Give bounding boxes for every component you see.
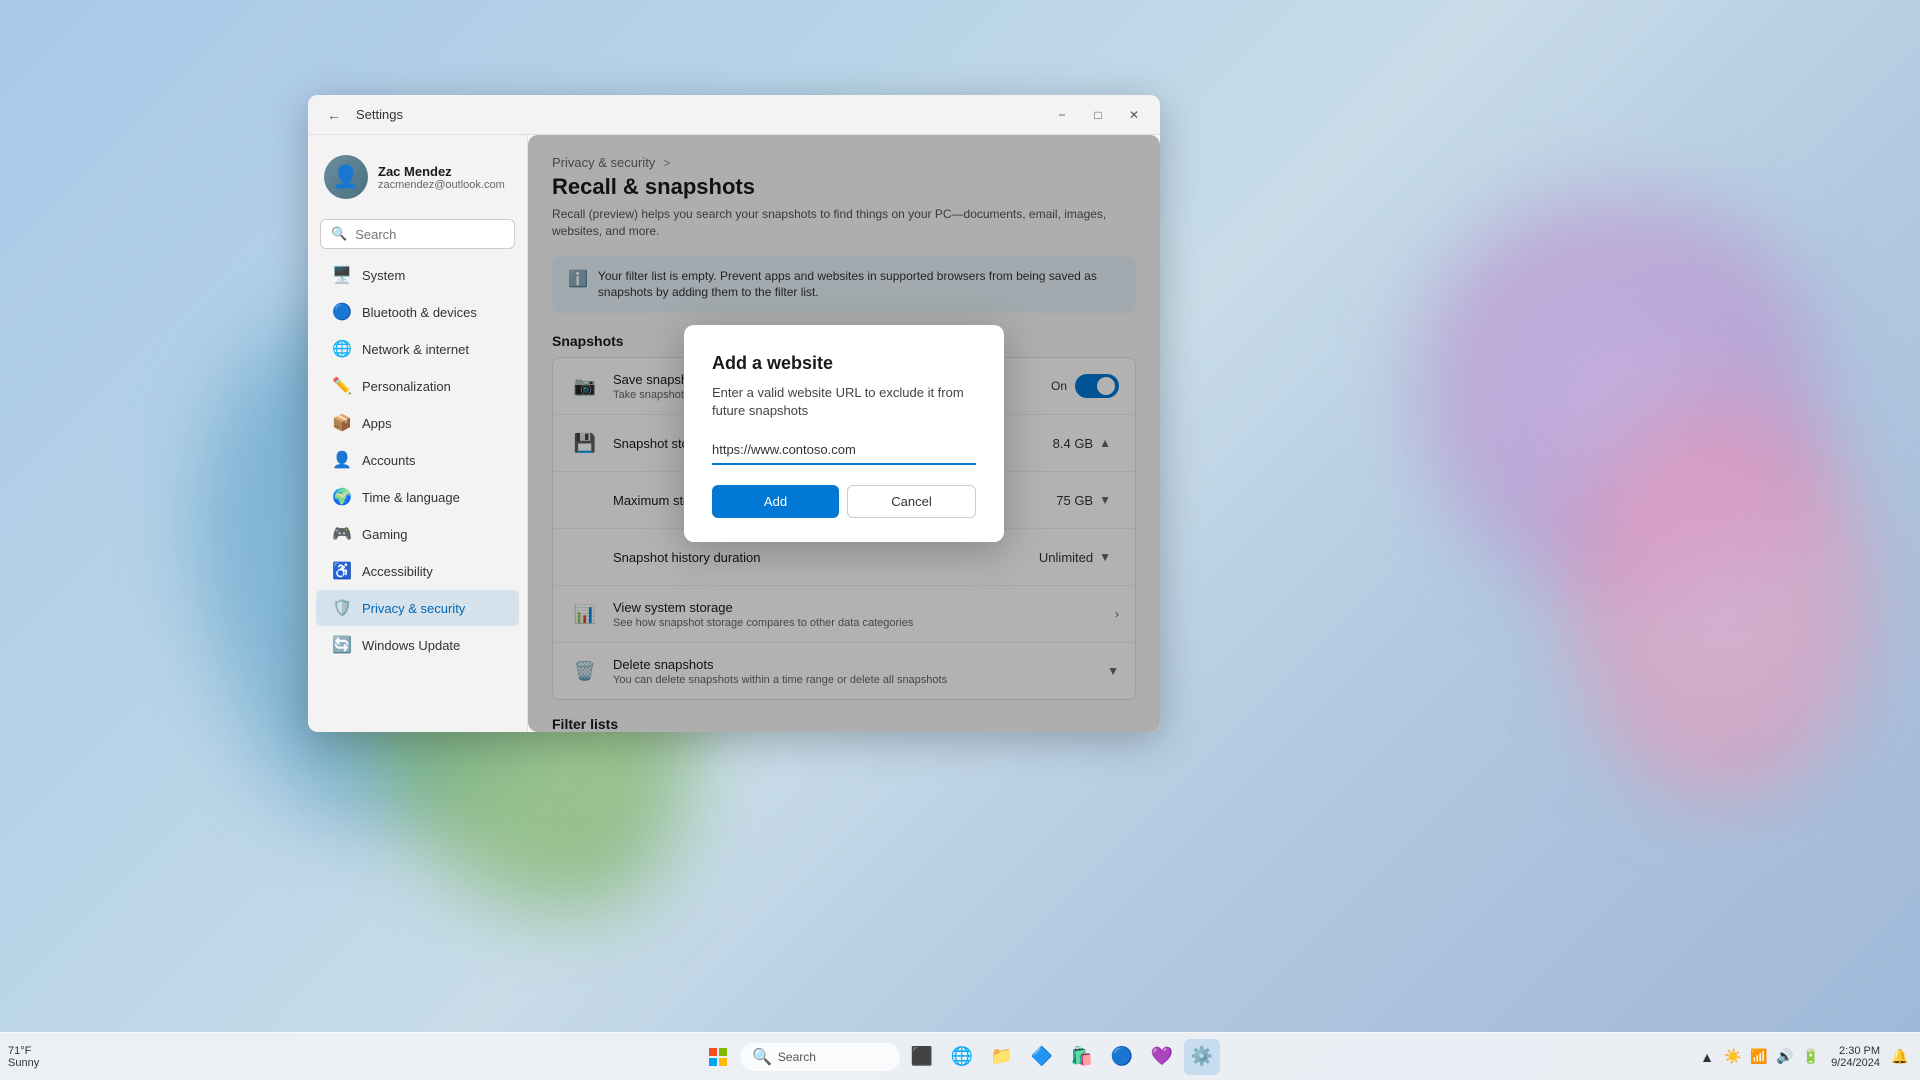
main-content: Privacy & security > Recall & snapshots …: [528, 135, 1160, 732]
weather-temp: 71°F: [8, 1045, 39, 1057]
network-icon: 🌐: [332, 339, 352, 359]
window-title: Settings: [356, 107, 1040, 122]
sidebar-item-bluetooth[interactable]: 🔵 Bluetooth & devices: [316, 294, 519, 330]
app6-button[interactable]: 🔵: [1104, 1039, 1140, 1075]
start-button[interactable]: [700, 1039, 736, 1075]
sidebar-item-gaming[interactable]: 🎮 Gaming: [316, 516, 519, 552]
weather-condition: Sunny: [8, 1057, 39, 1069]
user-info: Zac Mendez zacmendez@outlook.com: [378, 164, 505, 191]
user-name: Zac Mendez: [378, 164, 505, 179]
taskbar-search-icon: 🔍: [752, 1047, 772, 1067]
taskbar-center: 🔍 Search ⬛ 🌐 📁 🔷 🛍️ 🔵 💜 ⚙️: [700, 1039, 1220, 1075]
bluetooth-icon: 🔵: [332, 302, 352, 322]
store-button[interactable]: 🛍️: [1064, 1039, 1100, 1075]
website-url-input[interactable]: [712, 436, 976, 465]
accessibility-icon: ♿: [332, 561, 352, 581]
windows-update-icon: 🔄: [332, 635, 352, 655]
personalization-icon: ✏️: [332, 376, 352, 396]
taskbar-search-label: Search: [778, 1050, 816, 1064]
maximize-button[interactable]: □: [1084, 101, 1112, 129]
dialog-buttons: Add Cancel: [712, 485, 976, 518]
show-hidden-icon[interactable]: ▲: [1695, 1045, 1719, 1069]
sidebar: 👤 Zac Mendez zacmendez@outlook.com 🔍 🖥️ …: [308, 135, 528, 732]
avatar: 👤: [324, 155, 368, 199]
privacy-icon: 🛡️: [332, 598, 352, 618]
taskbar-left: 71°F Sunny: [0, 1045, 47, 1069]
sidebar-item-network[interactable]: 🌐 Network & internet: [316, 331, 519, 367]
sidebar-item-system[interactable]: 🖥️ System: [316, 257, 519, 293]
cancel-button[interactable]: Cancel: [847, 485, 976, 518]
time-icon: 🌍: [332, 487, 352, 507]
sidebar-item-windows-update[interactable]: 🔄 Windows Update: [316, 627, 519, 663]
time-display: 2:30 PM: [1831, 1045, 1880, 1057]
user-profile[interactable]: 👤 Zac Mendez zacmendez@outlook.com: [308, 143, 527, 211]
browser-button[interactable]: 🌐: [944, 1039, 980, 1075]
sidebar-item-time[interactable]: 🌍 Time & language: [316, 479, 519, 515]
add-button[interactable]: Add: [712, 485, 839, 518]
sidebar-item-personalization[interactable]: ✏️ Personalization: [316, 368, 519, 404]
sidebar-item-privacy[interactable]: 🛡️ Privacy & security: [316, 590, 519, 626]
teams-button[interactable]: 💜: [1144, 1039, 1180, 1075]
title-bar: ← Settings − □ ✕: [308, 95, 1160, 135]
date-display: 9/24/2024: [1831, 1057, 1880, 1069]
edge-button[interactable]: 🔷: [1024, 1039, 1060, 1075]
file-explorer-button[interactable]: 📁: [984, 1039, 1020, 1075]
notification-icon[interactable]: 🔔: [1888, 1045, 1912, 1069]
close-button[interactable]: ✕: [1120, 101, 1148, 129]
sidebar-item-accounts[interactable]: 👤 Accounts: [316, 442, 519, 478]
settings-window: ← Settings − □ ✕ 👤 Zac Mendez zacmendez@…: [308, 95, 1160, 732]
task-view-button[interactable]: ⬛: [904, 1039, 940, 1075]
volume-icon[interactable]: 🔊: [1773, 1045, 1797, 1069]
search-input[interactable]: [355, 227, 504, 242]
search-icon: 🔍: [331, 226, 347, 242]
user-email: zacmendez@outlook.com: [378, 179, 505, 191]
sidebar-search[interactable]: 🔍: [320, 219, 515, 249]
taskbar-search[interactable]: 🔍 Search: [740, 1043, 900, 1071]
settings-taskbar-button[interactable]: ⚙️: [1184, 1039, 1220, 1075]
add-website-dialog: Add a website Enter a valid website URL …: [684, 325, 1004, 542]
taskbar-right: ▲ ☀️ 📶 🔊 🔋 2:30 PM 9/24/2024 🔔: [1695, 1043, 1920, 1071]
settings-body: 👤 Zac Mendez zacmendez@outlook.com 🔍 🖥️ …: [308, 135, 1160, 732]
accounts-icon: 👤: [332, 450, 352, 470]
minimize-button[interactable]: −: [1048, 101, 1076, 129]
dialog-description: Enter a valid website URL to exclude it …: [712, 384, 976, 420]
network-status-icon[interactable]: 📶: [1747, 1045, 1771, 1069]
dialog-title: Add a website: [712, 353, 976, 374]
system-icon: 🖥️: [332, 265, 352, 285]
back-button[interactable]: ←: [320, 101, 348, 129]
sidebar-item-accessibility[interactable]: ♿ Accessibility: [316, 553, 519, 589]
gaming-icon: 🎮: [332, 524, 352, 544]
sys-icons: ▲ ☀️ 📶 🔊 🔋: [1695, 1045, 1823, 1069]
weather-widget[interactable]: 71°F Sunny: [8, 1045, 39, 1069]
dialog-overlay: Add a website Enter a valid website URL …: [528, 135, 1160, 732]
battery-icon[interactable]: 🔋: [1799, 1045, 1823, 1069]
clock[interactable]: 2:30 PM 9/24/2024: [1825, 1043, 1886, 1071]
taskbar: 71°F Sunny 🔍 Search ⬛ 🌐 📁 🔷 🛍️: [0, 1032, 1920, 1080]
sidebar-item-apps[interactable]: 📦 Apps: [316, 405, 519, 441]
apps-icon: 📦: [332, 413, 352, 433]
brightness-icon[interactable]: ☀️: [1721, 1045, 1745, 1069]
windows-logo-icon: [709, 1048, 727, 1066]
